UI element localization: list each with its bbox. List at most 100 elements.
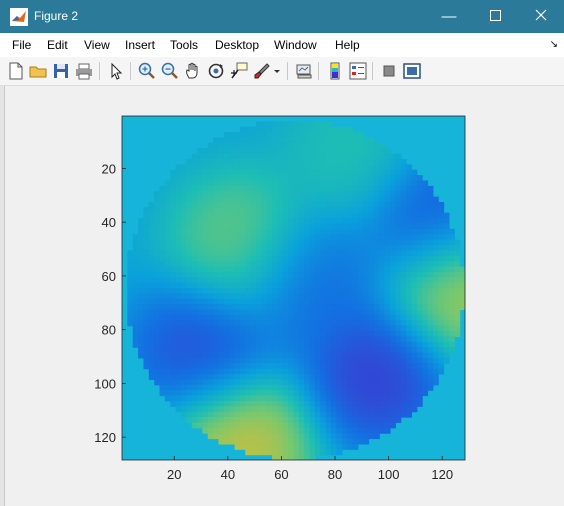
heatmap-cell [331, 325, 337, 332]
heatmap-cell [320, 153, 327, 160]
heatmap-cell [357, 159, 364, 165]
heatmap-cell [331, 271, 337, 278]
heatmap-cell [314, 132, 321, 139]
heatmap-cell [288, 277, 295, 284]
heatmap-cell [207, 374, 214, 380]
heatmap-cell [282, 325, 289, 332]
heatmap-cell [309, 406, 316, 413]
heatmap-cell [438, 266, 445, 273]
heatmap-cell [314, 433, 321, 440]
heatmap-cell [213, 417, 220, 423]
heatmap-cell [239, 282, 246, 289]
heatmap-cell [261, 379, 268, 386]
heatmap-cell [448, 282, 455, 289]
heatmap-cell [314, 352, 321, 359]
heatmap-cell [143, 228, 150, 235]
heatmap-cell [229, 357, 236, 364]
heatmap-cell [389, 411, 396, 418]
heatmap-cell [282, 153, 289, 160]
heatmap-cell [207, 433, 214, 440]
heatmap-cell [288, 228, 295, 235]
heatmap-cell [341, 320, 348, 327]
heatmap-cell [266, 390, 273, 397]
heatmap-cell [395, 228, 402, 235]
heatmap-cell [373, 309, 380, 316]
heatmap-cell [223, 368, 230, 375]
heatmap-cell [314, 336, 321, 343]
heatmap-axes[interactable]: 20 40 60 80 100 12020406080100120 [0, 0, 564, 506]
x-tick-label: 60 [274, 467, 288, 482]
heatmap-cell [255, 126, 262, 133]
heatmap-cell [341, 422, 348, 429]
heatmap-cell [218, 331, 225, 337]
heatmap-cell [304, 293, 311, 300]
heatmap-cell [379, 148, 386, 155]
heatmap-cell [293, 320, 300, 327]
heatmap-cell [245, 438, 252, 445]
heatmap-cell [223, 288, 230, 294]
heatmap-cell [132, 250, 139, 257]
heatmap-cell [298, 266, 305, 273]
heatmap-cell [331, 417, 337, 423]
heatmap-cell [363, 325, 370, 332]
heatmap-cell [266, 228, 273, 235]
heatmap-cell [229, 400, 236, 407]
heatmap-cell [266, 207, 273, 214]
heatmap-cell [293, 374, 300, 380]
heatmap-cell [422, 239, 429, 246]
heatmap-cell [197, 379, 203, 386]
heatmap-cell [186, 400, 193, 407]
heatmap-cell [255, 422, 262, 429]
heatmap-cell [288, 422, 295, 429]
heatmap-cell [416, 223, 423, 230]
heatmap-cell [154, 320, 161, 327]
heatmap-cell [282, 180, 289, 187]
heatmap-cell [320, 288, 327, 294]
heatmap-cell [132, 304, 139, 311]
heatmap-cell [379, 282, 386, 289]
heatmap-cell [223, 277, 230, 284]
heatmap-cell [202, 288, 209, 294]
heatmap-cell [416, 374, 423, 380]
heatmap-cell [202, 390, 209, 397]
heatmap-cell [395, 234, 402, 241]
heatmap-cell [223, 255, 230, 262]
heatmap-cell [234, 331, 241, 337]
heatmap-cell [234, 390, 241, 397]
heatmap-cell [239, 228, 246, 235]
heatmap-cell [314, 266, 321, 273]
heatmap-cell [239, 314, 246, 321]
heatmap-cell [309, 390, 316, 397]
heatmap-cell [314, 411, 321, 418]
heatmap-cell [202, 331, 209, 337]
heatmap-cell [363, 411, 370, 418]
heatmap-cell [400, 207, 407, 214]
heatmap-cell [229, 417, 236, 423]
y-tick-label: 120 [94, 430, 116, 445]
heatmap-cell [250, 255, 257, 262]
heatmap-cell [170, 384, 177, 391]
heatmap-cell [261, 298, 268, 305]
heatmap-cell [368, 202, 375, 208]
heatmap-cell [261, 202, 268, 208]
heatmap-cell [164, 368, 171, 375]
heatmap-cell [411, 390, 418, 397]
heatmap-cell [357, 153, 364, 160]
heatmap-cell [352, 406, 359, 413]
heatmap-cell [341, 427, 348, 434]
heatmap-cell [314, 400, 321, 407]
heatmap-cell [175, 180, 182, 187]
heatmap-cell [207, 314, 214, 321]
heatmap-cell [379, 153, 386, 160]
heatmap-cell [218, 261, 225, 268]
heatmap-cell [373, 314, 380, 321]
heatmap-cell [277, 218, 284, 225]
heatmap-cell [234, 357, 241, 364]
heatmap-cell [213, 433, 220, 440]
heatmap-cell [288, 212, 295, 219]
heatmap-cell [239, 255, 246, 262]
heatmap-cell [347, 368, 354, 375]
heatmap-cell [325, 352, 332, 359]
heatmap-cell [411, 180, 418, 187]
heatmap-cell [357, 223, 364, 230]
